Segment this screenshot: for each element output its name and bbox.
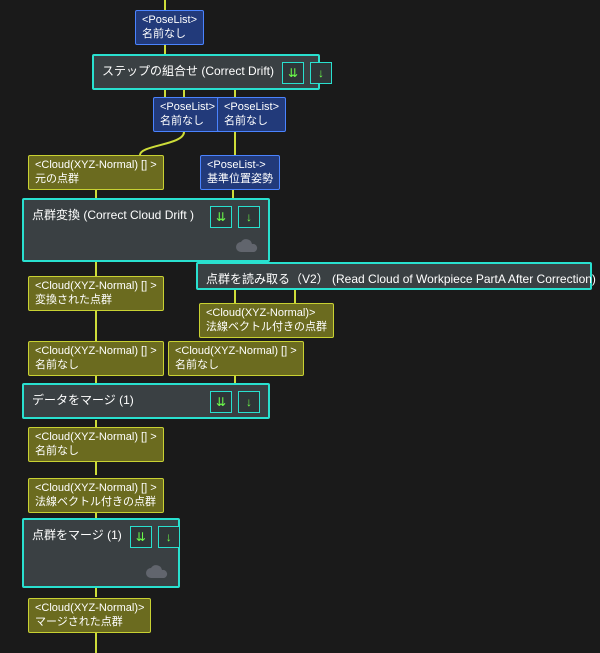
- port-merge-in-b[interactable]: <Cloud(XYZ-Normal) [] > 名前なし: [168, 341, 304, 376]
- expand-button[interactable]: ⇊: [282, 62, 304, 84]
- cloud-glyph-icon: [234, 238, 258, 254]
- port-label: 変換された点群: [35, 293, 157, 307]
- port-type: <Cloud(XYZ-Normal) [] >: [35, 344, 157, 358]
- expand-icon: ⇊: [288, 66, 298, 80]
- port-cloud-original[interactable]: <Cloud(XYZ-Normal) [] > 元の点群: [28, 155, 164, 190]
- port-type: <Cloud(XYZ-Normal) [] >: [35, 481, 157, 495]
- port-type: <PoseList->: [207, 158, 273, 172]
- node-graph-canvas[interactable]: <PoseList> 名前なし ステップの組合せ (Correct Drift)…: [0, 0, 600, 653]
- port-poselist-out-b[interactable]: <PoseList> 名前なし: [217, 97, 286, 132]
- port-merge-out[interactable]: <Cloud(XYZ-Normal) [] > 名前なし: [28, 427, 164, 462]
- port-label: マージされた点群: [35, 615, 144, 629]
- down-icon: ↓: [246, 210, 252, 224]
- expand-button[interactable]: ⇊: [210, 206, 232, 228]
- port-type: <Cloud(XYZ-Normal)>: [206, 306, 327, 320]
- port-poselist-refpose[interactable]: <PoseList-> 基準位置姿勢: [200, 155, 280, 190]
- port-poselist-in-top[interactable]: <PoseList> 名前なし: [135, 10, 204, 45]
- collapse-button[interactable]: ↓: [238, 391, 260, 413]
- cloud-glyph-icon: [144, 564, 168, 580]
- port-label: 基準位置姿勢: [207, 172, 273, 186]
- port-type: <Cloud(XYZ-Normal) [] >: [35, 158, 157, 172]
- port-type: <PoseList>: [160, 100, 215, 114]
- port-type: <Cloud(XYZ-Normal) [] >: [175, 344, 297, 358]
- port-merged-cloud-out[interactable]: <Cloud(XYZ-Normal)> マージされた点群: [28, 598, 151, 633]
- port-type: <Cloud(XYZ-Normal) [] >: [35, 430, 157, 444]
- node-title: データをマージ (1): [32, 391, 210, 408]
- expand-icon: ⇊: [136, 530, 146, 544]
- port-type: <Cloud(XYZ-Normal)>: [35, 601, 144, 615]
- down-icon: ↓: [166, 530, 172, 544]
- port-merge-in-a[interactable]: <Cloud(XYZ-Normal) [] > 名前なし: [28, 341, 164, 376]
- port-label: 法線ベクトル付きの点群: [206, 320, 327, 334]
- down-icon: ↓: [246, 395, 252, 409]
- port-poselist-out-a[interactable]: <PoseList> 名前なし: [153, 97, 222, 132]
- node-merge-data[interactable]: データをマージ (1) ⇊ ↓: [22, 383, 270, 419]
- node-title: 点群を読み取る（V2） (Read Cloud of Workpiece Par…: [206, 270, 600, 287]
- port-label: 名前なし: [142, 27, 197, 41]
- node-title: ステップの組合せ (Correct Drift): [102, 62, 282, 79]
- collapse-button[interactable]: ↓: [238, 206, 260, 228]
- port-type: <PoseList>: [224, 100, 279, 114]
- port-type: <Cloud(XYZ-Normal) [] >: [35, 279, 157, 293]
- node-cloud-transform[interactable]: 点群変換 (Correct Cloud Drift ) ⇊ ↓: [22, 198, 270, 262]
- collapse-button[interactable]: ↓: [310, 62, 332, 84]
- node-read-cloud-v2[interactable]: 点群を読み取る（V2） (Read Cloud of Workpiece Par…: [196, 262, 592, 290]
- collapse-button[interactable]: ↓: [158, 526, 180, 548]
- port-cloud-normal-out[interactable]: <Cloud(XYZ-Normal)> 法線ベクトル付きの点群: [199, 303, 334, 338]
- port-label: 法線ベクトル付きの点群: [35, 495, 157, 509]
- expand-button[interactable]: ⇊: [130, 526, 152, 548]
- expand-icon: ⇊: [216, 210, 226, 224]
- node-title: 点群変換 (Correct Cloud Drift ): [32, 206, 210, 223]
- node-step-combination[interactable]: ステップの組合せ (Correct Drift) ⇊ ↓: [92, 54, 320, 90]
- port-label: 元の点群: [35, 172, 157, 186]
- port-label: 名前なし: [35, 358, 157, 372]
- node-merge-cloud[interactable]: 点群をマージ (1) ⇊ ↓: [22, 518, 180, 588]
- down-icon: ↓: [318, 66, 324, 80]
- port-label: 名前なし: [35, 444, 157, 458]
- expand-icon: ⇊: [216, 395, 226, 409]
- port-label: 名前なし: [175, 358, 297, 372]
- port-cloud-transformed[interactable]: <Cloud(XYZ-Normal) [] > 変換された点群: [28, 276, 164, 311]
- port-label: 名前なし: [224, 114, 279, 128]
- expand-button[interactable]: ⇊: [210, 391, 232, 413]
- port-mergecloud-in[interactable]: <Cloud(XYZ-Normal) [] > 法線ベクトル付きの点群: [28, 478, 164, 513]
- port-label: 名前なし: [160, 114, 215, 128]
- node-title: 点群をマージ (1): [32, 526, 130, 543]
- port-type: <PoseList>: [142, 13, 197, 27]
